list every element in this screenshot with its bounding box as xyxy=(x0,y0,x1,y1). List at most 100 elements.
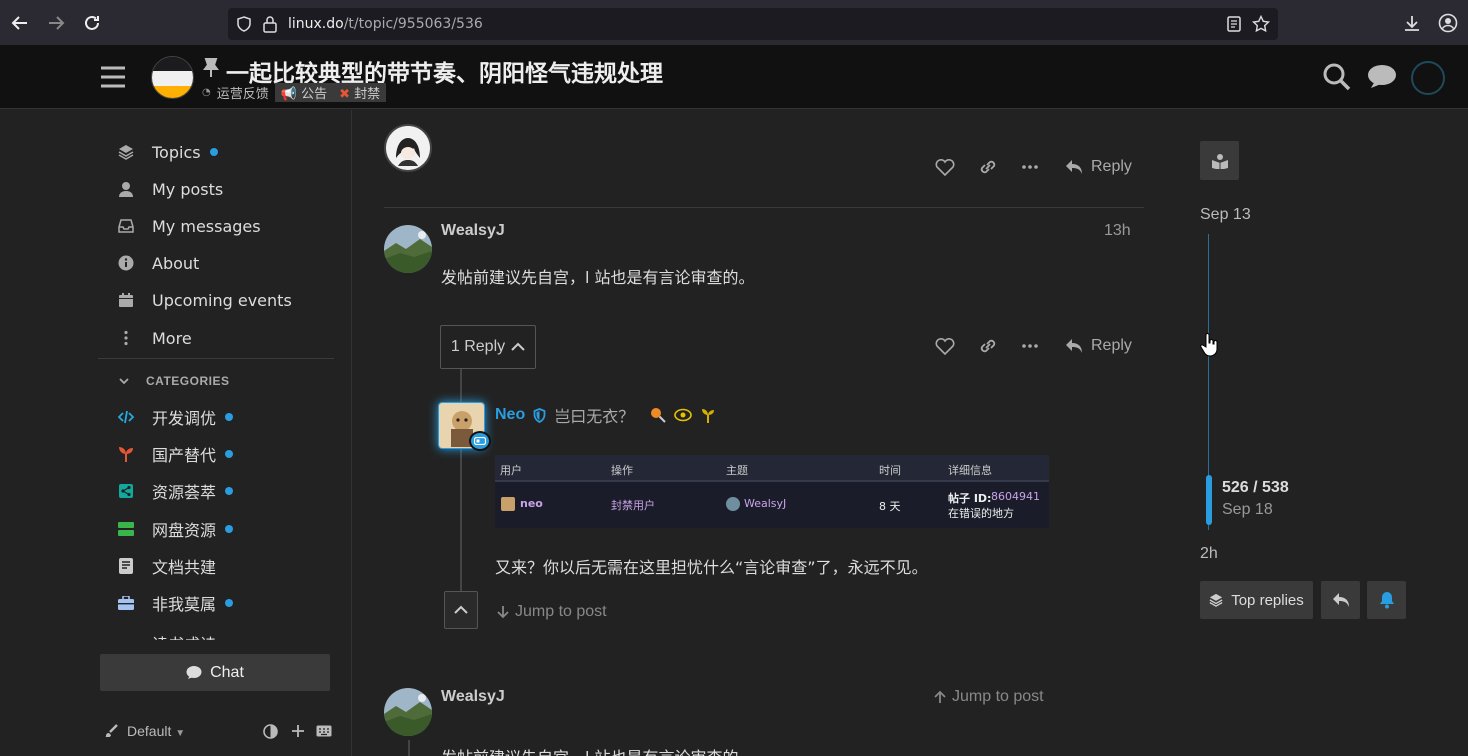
sidebar-category-docs[interactable]: 文档共建 xyxy=(116,554,216,578)
reply-topic-button[interactable] xyxy=(1321,581,1360,619)
keyboard-icon[interactable] xyxy=(316,725,332,737)
timeline-end-label[interactable]: 2h xyxy=(1200,545,1218,563)
sidebar-category-reading-clipped[interactable]: 读书成诗 xyxy=(98,628,338,640)
search-icon[interactable] xyxy=(1322,62,1352,92)
show-replies-button[interactable]: 1 Reply xyxy=(440,325,536,369)
moderator-shield-icon xyxy=(533,407,546,423)
pin-icon xyxy=(203,58,219,78)
unread-dot xyxy=(225,525,234,533)
sidebar-item-upcoming-events[interactable]: Upcoming events xyxy=(116,288,292,312)
table-cell-user[interactable]: neo xyxy=(520,497,543,510)
top-replies-button[interactable]: Top replies xyxy=(1200,581,1313,619)
sidebar-item-label: Upcoming events xyxy=(152,290,292,310)
eye-icon xyxy=(674,408,693,422)
post-avatar[interactable] xyxy=(384,124,432,172)
hamburger-menu-icon[interactable] xyxy=(100,66,126,88)
categories-header-label: CATEGORIES xyxy=(146,374,230,388)
forward-arrow-icon[interactable] xyxy=(45,12,67,34)
reply-button[interactable]: Reply xyxy=(1065,158,1132,176)
category-link[interactable]: 运营反馈 xyxy=(217,83,269,102)
table-cell-subject[interactable]: WealsyJ xyxy=(744,497,786,510)
collapse-reply-button[interactable] xyxy=(444,591,478,629)
theme-select[interactable]: Default ▼ xyxy=(127,723,185,739)
briefcase-icon xyxy=(116,596,136,610)
hard-drive-icon xyxy=(116,522,136,536)
sidebar-category-netdisk[interactable]: 网盘资源 xyxy=(116,517,234,541)
plus-icon[interactable] xyxy=(291,724,305,738)
arrow-down-icon xyxy=(497,605,509,619)
sidebar-item-my-messages[interactable]: My messages xyxy=(116,214,261,238)
reply-body: 又来？你以后无需在这里担忧什么“言论审查”了，永远不见。 xyxy=(495,558,928,577)
post-avatar[interactable] xyxy=(384,225,432,273)
sidebar-item-my-posts[interactable]: My posts xyxy=(116,177,223,201)
tag-ban[interactable]: ✖ 封禁 xyxy=(333,83,387,102)
post-avatar[interactable] xyxy=(384,688,432,736)
url-bar[interactable]: linux.do/t/topic/955063/536 xyxy=(228,8,1278,40)
share-link-icon[interactable] xyxy=(978,158,1000,180)
reader-view-icon[interactable] xyxy=(1226,16,1242,32)
sidebar-item-topics[interactable]: Topics xyxy=(116,140,218,164)
more-ellipsis-icon[interactable] xyxy=(1020,158,1042,180)
sidebar-category-jobs[interactable]: 非我莫属 xyxy=(116,591,234,615)
sidebar-category-domestic[interactable]: 国产替代 xyxy=(116,442,234,466)
contrast-icon[interactable] xyxy=(263,724,278,739)
brush-icon xyxy=(104,724,118,738)
sidebar-category-dev[interactable]: 开发调优 xyxy=(116,405,234,429)
jump-to-post-link[interactable]: Jump to post xyxy=(497,603,607,621)
more-ellipsis-icon[interactable] xyxy=(1020,337,1042,359)
post-body-clipped: 发帖前建议先自宫，l 站也是有言论审查的。 xyxy=(441,744,841,756)
reply-button[interactable]: Reply xyxy=(1065,337,1132,355)
shield-icon[interactable] xyxy=(236,16,252,32)
post-body: 发帖前建议先自宫，l 站也是有言论审查的。 xyxy=(441,744,755,756)
caret-down-icon: ▼ xyxy=(175,728,186,739)
sidebar-item-more[interactable]: More xyxy=(116,326,192,350)
user-flair-badge xyxy=(469,431,491,451)
hand-cursor-icon xyxy=(1200,333,1220,357)
arrow-up-icon xyxy=(934,690,946,704)
sidebar-category-resources[interactable]: 资源荟萃 xyxy=(116,479,234,503)
notification-bell-button[interactable] xyxy=(1367,581,1406,619)
lock-icon[interactable] xyxy=(262,15,278,33)
back-arrow-icon[interactable] xyxy=(9,12,31,34)
table-cell-detail-id[interactable]: 8604941 xyxy=(991,490,1040,503)
user-avatar-button[interactable] xyxy=(1411,61,1445,95)
table-header-cell: 主题 xyxy=(726,464,748,477)
post-divider xyxy=(384,207,1144,208)
moderation-log-table: 用户 操作 主题 时间 详细信息 neo 封禁用户 WealsyJ 8 天 帖子… xyxy=(495,455,1049,528)
timeline-scroll-handle[interactable] xyxy=(1206,475,1212,525)
chat-button[interactable]: Chat xyxy=(100,654,330,691)
star-icon[interactable] xyxy=(1252,15,1270,33)
jump-to-post-label: Jump to post xyxy=(515,603,607,620)
comment-icon xyxy=(186,665,202,680)
post-username[interactable]: WealsyJ xyxy=(441,222,505,240)
summarize-button[interactable] xyxy=(1200,141,1239,180)
sidebar-item-about[interactable]: About xyxy=(116,251,199,275)
timeline-start-date[interactable]: Sep 13 xyxy=(1200,206,1251,224)
download-icon[interactable] xyxy=(1402,13,1422,33)
share-link-icon[interactable] xyxy=(978,337,1000,359)
reply-arrow-icon xyxy=(1065,159,1083,175)
chat-bubble-icon[interactable] xyxy=(1367,64,1397,90)
unread-dot xyxy=(225,487,234,495)
like-heart-icon[interactable] xyxy=(935,337,957,359)
table-header-cell: 详细信息 xyxy=(948,464,992,477)
info-icon xyxy=(116,255,136,271)
share-square-icon xyxy=(116,483,136,499)
like-heart-icon[interactable] xyxy=(935,158,957,180)
post-username[interactable]: WealsyJ xyxy=(441,688,505,706)
url-text[interactable]: linux.do/t/topic/955063/536 xyxy=(288,16,483,32)
sidebar-category-label: 开发调优 xyxy=(152,409,217,428)
site-logo[interactable] xyxy=(151,56,194,99)
unread-dot xyxy=(209,148,218,156)
reload-icon[interactable] xyxy=(81,12,103,34)
table-cell-action[interactable]: 封禁用户 xyxy=(611,497,655,513)
reply-button-label: Reply xyxy=(1091,337,1132,354)
jump-to-post-link[interactable]: Jump to post xyxy=(934,688,1044,706)
categories-header[interactable]: CATEGORIES xyxy=(118,374,229,388)
tag-announcement[interactable]: 📢 公告 xyxy=(274,83,334,102)
category-icon: ◔ xyxy=(202,87,211,98)
reply-username[interactable]: Neo xyxy=(495,406,525,424)
post-time[interactable]: 13h xyxy=(1104,222,1131,240)
account-icon[interactable] xyxy=(1438,13,1458,33)
browser-toolbar: linux.do/t/topic/955063/536 xyxy=(0,0,1468,46)
